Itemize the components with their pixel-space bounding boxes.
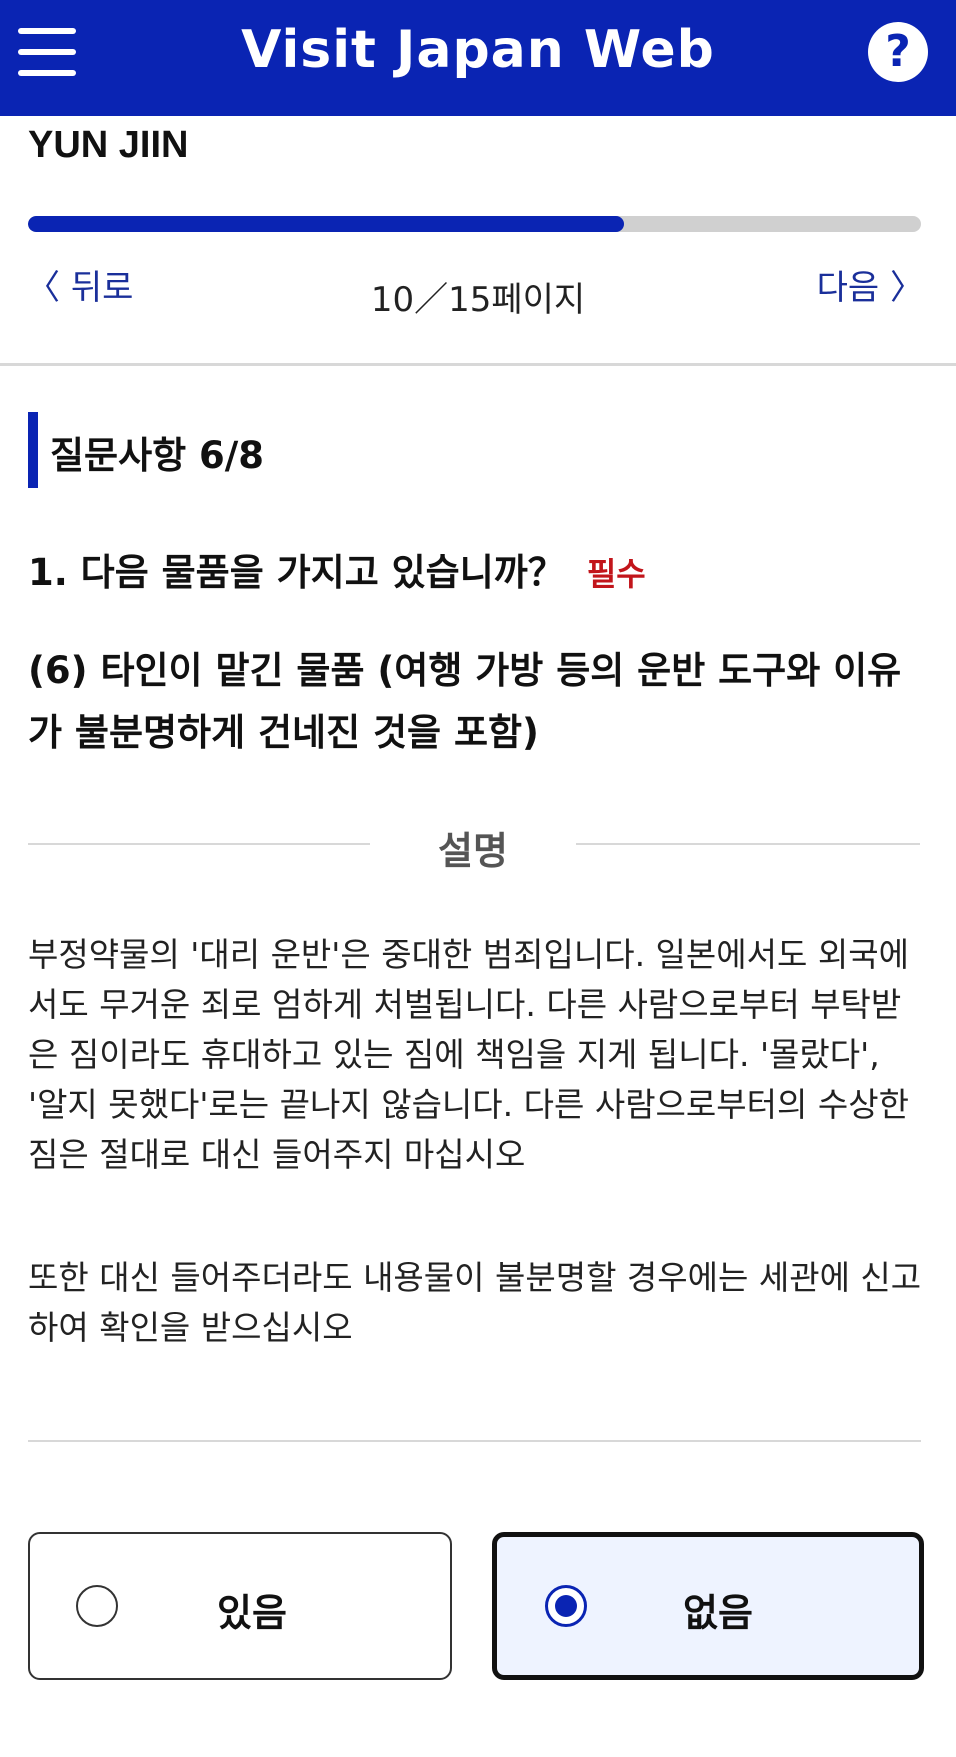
page-counter: 10／15페이지 (370, 280, 586, 320)
option-yes-button[interactable]: 있음 (28, 1532, 452, 1680)
option-no-label: 없음 (683, 1591, 753, 1635)
divider (0, 363, 956, 366)
divider (576, 843, 920, 845)
progress-bar (28, 216, 921, 232)
question-text: 1. 다음 물품을 가지고 있습니까？ (28, 551, 565, 594)
option-no-button[interactable]: 없음 (492, 1532, 924, 1680)
divider (28, 843, 370, 845)
option-yes-label: 있음 (217, 1591, 287, 1635)
description-title: 설명 (438, 829, 508, 873)
required-badge: 필수 (586, 555, 646, 593)
section-accent-bar (28, 412, 38, 488)
app-title: Visit Japan Web (241, 20, 715, 80)
divider (28, 1440, 921, 1442)
subquestion-text: (6) 타인이 맡긴 물품 (여행 가방 등의 운반 도구와 이유가 불분명하게… (28, 649, 902, 754)
question-title: 1. 다음 물품을 가지고 있습니까？ 필수 (28, 542, 646, 596)
section-title: 질문사항 6/8 (50, 434, 265, 477)
description-paragraph: 부정약물의 '대리 운반'은 중대한 범죄입니다. 일본에서도 외국에서도 무거… (28, 935, 909, 1174)
next-button[interactable]: 다음 〉 (817, 260, 924, 309)
description-paragraph: 또한 대신 들어주더라도 내용물이 불분명할 경우에는 세관에 신고하여 확인을… (28, 1258, 922, 1347)
progress-fill (28, 216, 624, 232)
app-header: Visit Japan Web ? (0, 0, 956, 116)
chevron-right-icon: 〉 (890, 268, 924, 308)
help-icon[interactable]: ? (868, 22, 928, 82)
user-name: YUN JIIN (28, 124, 189, 166)
next-label: 다음 (816, 268, 880, 308)
